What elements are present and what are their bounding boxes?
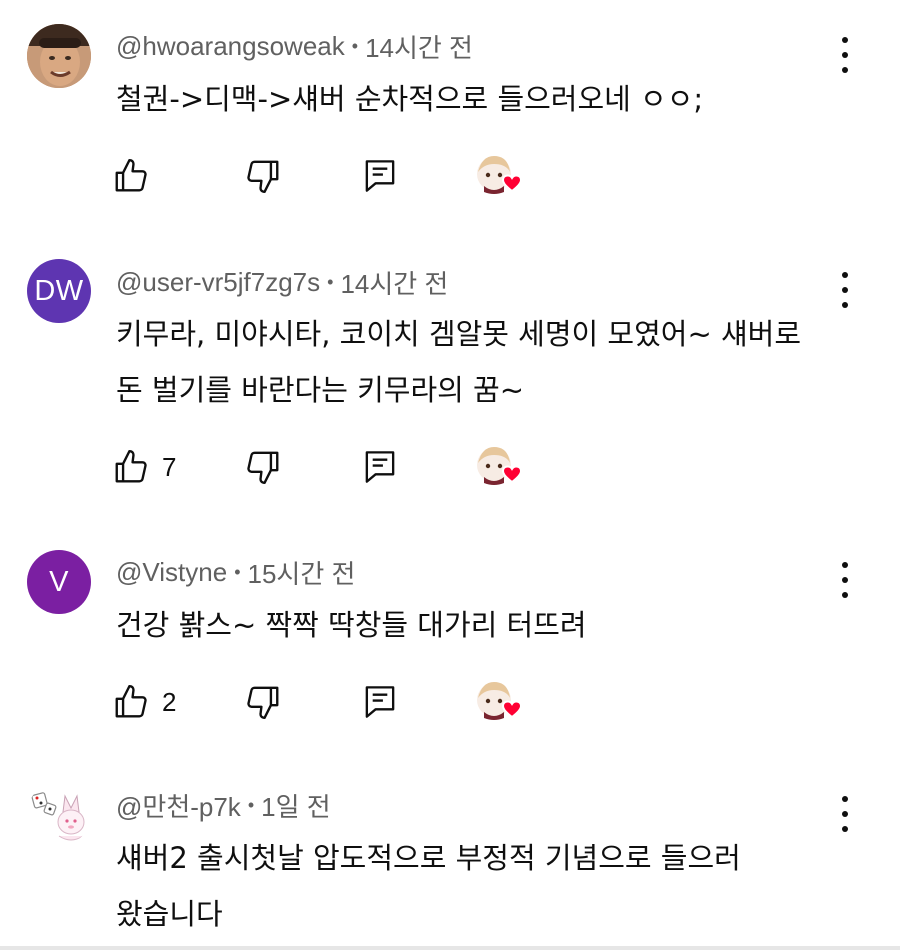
more-options-button[interactable] bbox=[830, 272, 860, 308]
comment-text-line: 돈 벌기를 바란다는 키무라의 꿈~ bbox=[116, 373, 525, 407]
reply-button[interactable] bbox=[362, 156, 398, 196]
comment-meta: @user-vr5jf7zg7s • 14시간 전 bbox=[116, 265, 448, 299]
more-vertical-icon bbox=[842, 272, 848, 278]
avatar[interactable] bbox=[27, 782, 91, 846]
comment-actions bbox=[112, 156, 542, 196]
reply-icon bbox=[365, 451, 395, 483]
comment-text: 철권->디맥->섀버 순차적으로 들으러오네 ㅇㅇ; bbox=[116, 82, 704, 116]
reply-button[interactable] bbox=[362, 682, 398, 722]
comment-text-line: 왔습니다 bbox=[116, 897, 223, 931]
comment-time[interactable]: 15시간 전 bbox=[248, 554, 356, 591]
comment-text-line: 키무라, 미야시타, 코이치 겜알못 세명이 모였어~ 섀버로 bbox=[116, 317, 802, 351]
comment-text: 섀버2 출시첫날 압도적으로 부정적 기념으로 들으러 왔습니다 bbox=[116, 830, 836, 942]
reply-icon bbox=[365, 160, 395, 192]
like-button[interactable]: 2 bbox=[112, 682, 176, 722]
avatar-photo-icon bbox=[27, 24, 91, 88]
avatar-illustration-icon bbox=[27, 782, 91, 846]
comment-meta: @만천-p7k • 1일 전 bbox=[116, 788, 331, 822]
dislike-button[interactable] bbox=[244, 156, 282, 196]
comment-time[interactable]: 14시간 전 bbox=[340, 264, 448, 301]
comment-actions: 7 bbox=[112, 447, 542, 487]
comment-author[interactable]: @만천-p7k bbox=[116, 787, 241, 824]
dislike-button[interactable] bbox=[244, 682, 282, 722]
comment-author[interactable]: @Vistyne bbox=[116, 557, 227, 588]
avatar-initials: V bbox=[49, 565, 69, 598]
more-options-button[interactable] bbox=[830, 37, 860, 73]
like-button[interactable] bbox=[112, 156, 150, 196]
meta-separator: • bbox=[234, 561, 241, 582]
dislike-button[interactable] bbox=[244, 447, 282, 487]
comment-time[interactable]: 14시간 전 bbox=[365, 28, 473, 65]
creator-heart-icon bbox=[472, 443, 526, 493]
thumbs-down-icon bbox=[247, 686, 279, 720]
bottom-divider bbox=[0, 946, 900, 950]
creator-heart-icon bbox=[472, 152, 526, 202]
comment-text: 키무라, 미야시타, 코이치 겜알못 세명이 모였어~ 섀버로 돈 벌기를 바란… bbox=[116, 306, 836, 418]
thumbs-down-icon bbox=[247, 160, 279, 194]
comment-author[interactable]: @user-vr5jf7zg7s bbox=[116, 267, 320, 298]
more-vertical-icon bbox=[842, 37, 848, 43]
thumbs-up-icon bbox=[115, 449, 147, 483]
thumbs-up-icon bbox=[115, 684, 147, 718]
comment-text-line: 섀버2 출시첫날 압도적으로 부정적 기념으로 들으러 bbox=[116, 841, 741, 875]
avatar[interactable] bbox=[27, 24, 91, 88]
comment-time[interactable]: 1일 전 bbox=[261, 787, 331, 824]
like-count: 7 bbox=[162, 451, 177, 482]
like-count: 2 bbox=[162, 686, 177, 717]
meta-separator: • bbox=[247, 794, 255, 815]
more-options-button[interactable] bbox=[830, 796, 860, 832]
avatar[interactable]: V bbox=[27, 550, 91, 614]
comment-meta: @Vistyne • 15시간 전 bbox=[116, 555, 355, 589]
more-options-button[interactable] bbox=[830, 562, 860, 598]
avatar[interactable]: DW bbox=[27, 259, 91, 323]
meta-separator: • bbox=[351, 35, 359, 56]
avatar-initials: DW bbox=[34, 274, 84, 307]
comment-author[interactable]: @hwoarangsoweak bbox=[116, 31, 345, 62]
meta-separator: • bbox=[327, 271, 334, 292]
creator-heart-icon bbox=[472, 678, 526, 728]
comment-text: 건강 봙스~ 짝짝 딱창들 대가리 터뜨려 bbox=[116, 608, 587, 642]
like-button[interactable]: 7 bbox=[112, 447, 176, 487]
reply-button[interactable] bbox=[362, 447, 398, 487]
more-vertical-icon bbox=[842, 562, 848, 568]
comment-meta: @hwoarangsoweak • 14시간 전 bbox=[116, 29, 473, 63]
thumbs-up-icon bbox=[115, 158, 147, 192]
reply-icon bbox=[365, 686, 395, 718]
thumbs-down-icon bbox=[247, 451, 279, 485]
comment-actions: 2 bbox=[112, 682, 542, 722]
more-vertical-icon bbox=[842, 796, 848, 802]
